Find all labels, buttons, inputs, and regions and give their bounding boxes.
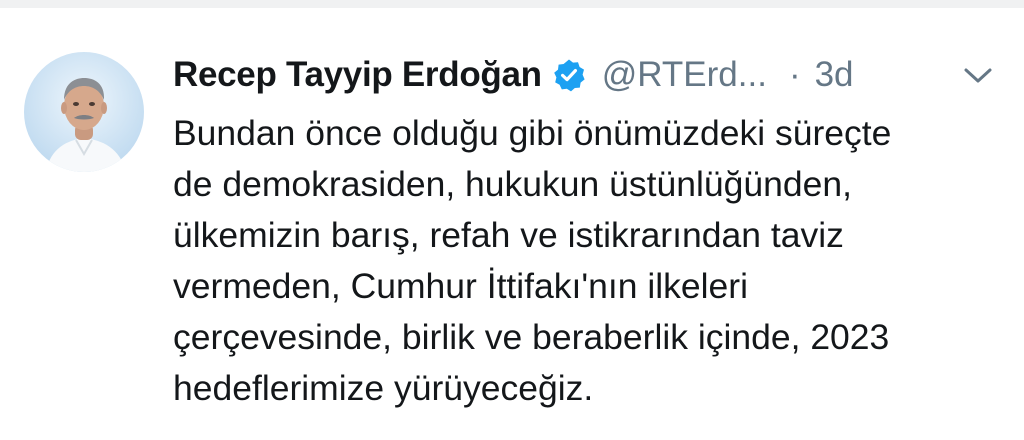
- tweet-text-line: vermeden, Cumhur İttifakı'nın ilkeleri: [173, 266, 749, 306]
- tweet-timestamp[interactable]: 3d: [815, 55, 854, 95]
- tweet-text-line: de demokrasiden, hukukun üstünlüğünden,: [173, 164, 852, 204]
- author-name[interactable]: Recep Tayyip Erdoğan: [173, 55, 542, 95]
- tweet-text-line: Bundan önce olduğu gibi önümüzdeki süreç…: [173, 113, 892, 153]
- tweet-text-line: hedeflerimize yürüyeceğiz.: [173, 368, 594, 408]
- tweet-text-line: çerçevesinde, birlik ve beraberlik içind…: [173, 317, 890, 357]
- verified-badge-icon: [553, 59, 585, 92]
- top-divider: [0, 0, 1024, 8]
- chevron-down-icon: [964, 68, 992, 83]
- tweet-text: Bundan önce olduğu gibi önümüzdeki süreç…: [173, 108, 993, 414]
- tweet-text-line: ülkemizin barış, refah ve istikrarından …: [173, 215, 844, 255]
- author-handle[interactable]: @RTErd...: [602, 55, 767, 95]
- tweet-card[interactable]: Recep Tayyip Erdoğan @RTErd... · 3d Bund…: [0, 0, 1024, 440]
- tweet-menu-button[interactable]: [958, 58, 998, 94]
- tweet-header: Recep Tayyip Erdoğan @RTErd... · 3d: [173, 54, 1003, 96]
- separator-dot: ·: [788, 55, 801, 94]
- avatar[interactable]: [24, 52, 144, 172]
